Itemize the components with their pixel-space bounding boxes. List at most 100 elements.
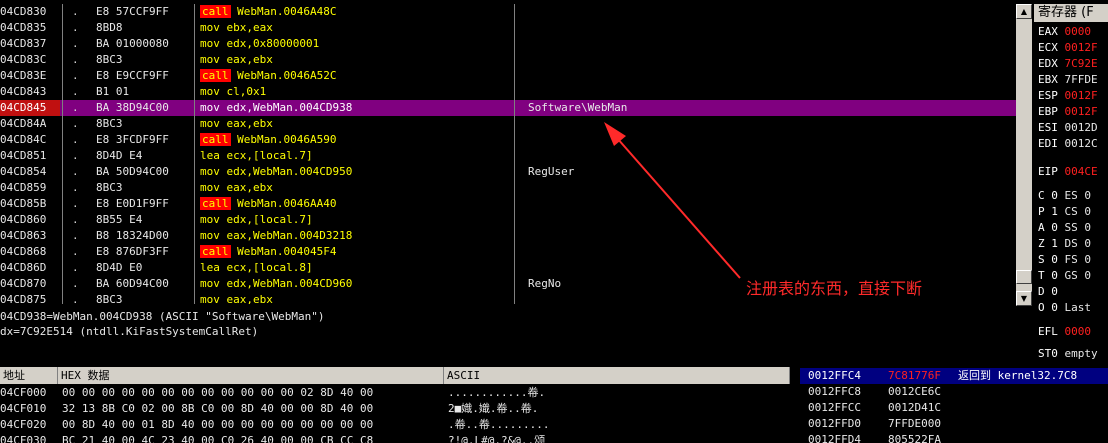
stack-row[interactable]: 0012FFD4 805522FA xyxy=(800,432,1108,443)
register-row[interactable]: EFL 0000 xyxy=(1038,324,1091,340)
instruction-mnemonic: mov xyxy=(200,53,220,66)
register-row[interactable]: EBP 0012F xyxy=(1038,104,1098,120)
stack-value: 7C81776F xyxy=(888,368,941,384)
dump-row[interactable]: 04CF020 00 8D 40 00 01 8D 40 00 00 00 00 … xyxy=(0,417,790,433)
register-row[interactable]: P 1 CS 0 xyxy=(1038,204,1091,220)
disassembly-row[interactable]: 04CD83C. 8BC3 mov eax,ebx xyxy=(0,52,1016,68)
instruction-marker: . xyxy=(72,21,79,34)
register-name: EDI xyxy=(1038,137,1058,150)
instruction-text: lea ecx,[local.7] xyxy=(200,148,313,164)
instruction-marker: . xyxy=(72,37,79,50)
instruction-text: mov eax,WebMan.004D3218 xyxy=(200,228,352,244)
register-row[interactable]: C 0 ES 0 xyxy=(1038,188,1091,204)
arrow-head xyxy=(604,122,626,146)
stack-value: 7FFDE000 xyxy=(888,417,941,430)
instruction-operands: WebMan.0046AA40 xyxy=(237,197,337,210)
instruction-address: 04CD84C xyxy=(0,133,47,146)
disassembly-row[interactable]: 04CD830. E8 57CCF9FF call WebMan.0046A48C xyxy=(0,4,1016,20)
instruction-bytes: E8 876DF3FF xyxy=(96,245,169,258)
register-value: 004CE xyxy=(1064,165,1098,178)
stack-pane[interactable]: 0012FFC4 7C81776F 返回到 kernel32.7C8 0012FFC8… xyxy=(800,367,1108,443)
register-row[interactable]: EIP 004CE xyxy=(1038,164,1098,180)
disassembly-row[interactable]: 04CD851. 8D4D E4 lea ecx,[local.7] xyxy=(0,148,1016,164)
disassembly-row[interactable]: 04CD859. 8BC3 mov eax,ebx xyxy=(0,180,1016,196)
disassembly-row[interactable]: 04CD86D. 8D4D E0 lea ecx,[local.8] xyxy=(0,260,1016,276)
disassembly-row[interactable]: 04CD837. BA 01000080 mov edx,0x80000001 xyxy=(0,36,1016,52)
disassembly-scrollbar[interactable]: ▲ ▼ xyxy=(1016,4,1032,306)
dump-header-ascii[interactable]: ASCII xyxy=(444,367,790,384)
disassembly-row[interactable]: 04CD863. B8 18324D00 mov eax,WebMan.004D32… xyxy=(0,228,1016,244)
registers-pane[interactable]: 寄存器 (F EAX 0000 ECX 0012F EDX 7C92E EBX 7FF… xyxy=(1034,4,1108,370)
register-row[interactable]: EAX 0000 xyxy=(1038,24,1091,40)
stack-address: 0012FFCC xyxy=(808,401,861,414)
disassembly-row[interactable]: 04CD85B. E8 E0D1F9FF call WebMan.0046AA40 xyxy=(0,196,1016,212)
register-row[interactable]: ST0 empty xyxy=(1038,346,1098,362)
register-value: 0012F xyxy=(1064,89,1098,102)
scroll-down-button[interactable]: ▼ xyxy=(1016,291,1032,306)
register-row[interactable]: T 0 GS 0 xyxy=(1038,268,1091,284)
dump-header: 地址 HEX 数据 ASCII xyxy=(0,367,790,384)
disassembly-row[interactable]: 04CD84C. E8 3FCDF9FF call WebMan.0046A590 xyxy=(0,132,1016,148)
instruction-marker: . xyxy=(72,53,79,66)
dump-hex: BC 21 40 00 4C 23 40 00 C0 26 40 00 00 C… xyxy=(62,434,374,443)
dump-row[interactable]: 04CF000 00 00 00 00 00 00 00 00 00 00 00 … xyxy=(0,385,790,401)
stack-row[interactable]: 0012FFD0 7FFDE000 xyxy=(800,416,1108,432)
instruction-operands: eax,ebx xyxy=(226,293,273,304)
instruction-text: call WebMan.0046A590 xyxy=(200,132,336,148)
dump-pane[interactable]: 04CF000 00 00 00 00 00 00 00 00 00 00 00 … xyxy=(0,384,790,443)
instruction-bytes: 8BC3 xyxy=(96,181,123,194)
instruction-text: mov edx,WebMan.004CD950 xyxy=(200,164,352,180)
instruction-bytes: 8BC3 xyxy=(96,53,123,66)
register-row[interactable]: ESI 0012D xyxy=(1038,120,1098,136)
stack-row[interactable]: 0012FFC8 0012CE6C xyxy=(800,384,1108,400)
instruction-address: 04CD863 xyxy=(0,229,47,242)
disassembly-row[interactable]: 04CD83E. E8 E9CCF9FF call WebMan.0046A52C xyxy=(0,68,1016,84)
instruction-address: 04CD83C xyxy=(0,53,47,66)
register-row[interactable]: S 0 FS 0 xyxy=(1038,252,1091,268)
disassembly-pane[interactable]: 04CD830. E8 57CCF9FF call WebMan.0046A48C 0… xyxy=(0,4,1016,304)
registers-header[interactable]: 寄存器 (F xyxy=(1034,4,1108,22)
stack-row[interactable]: 0012FFCC 0012D41C xyxy=(800,400,1108,416)
register-row[interactable]: ECX 0012F xyxy=(1038,40,1098,56)
disassembly-row[interactable]: 04CD843. B1 01 mov cl,0x1 xyxy=(0,84,1016,100)
instruction-marker: . xyxy=(72,277,79,290)
register-value: GS 0 xyxy=(1064,269,1092,282)
disassembly-row[interactable]: 04CD854. BA 50D94C00 mov edx,WebMan.004CD9… xyxy=(0,164,1016,180)
stack-row[interactable]: 0012FFC4 7C81776F 返回到 kernel32.7C8 xyxy=(800,368,1108,384)
scroll-up-button[interactable]: ▲ xyxy=(1016,4,1032,19)
register-name: O 0 xyxy=(1038,301,1058,314)
register-row[interactable]: Z 1 DS 0 xyxy=(1038,236,1091,252)
register-name: P 1 xyxy=(1038,205,1058,218)
disassembly-row[interactable]: 04CD835. 8BD8 mov ebx,eax xyxy=(0,20,1016,36)
dump-hex: 32 13 8B C0 02 00 8B C0 00 8D 40 00 00 8… xyxy=(62,402,374,415)
instruction-address: 04CD83E xyxy=(0,69,47,82)
instruction-text: mov eax,ebx xyxy=(200,52,273,68)
register-row[interactable]: ESP 0012F xyxy=(1038,88,1098,104)
instruction-marker: . xyxy=(72,69,79,82)
instruction-text: call WebMan.0046A48C xyxy=(200,4,336,20)
dump-hex: 00 00 00 00 00 00 00 00 00 00 00 00 02 8… xyxy=(62,386,374,399)
stack-address: 0012FFC4 xyxy=(808,369,861,382)
scrollbar-thumb[interactable] xyxy=(1016,270,1032,284)
register-row[interactable]: A 0 SS 0 xyxy=(1038,220,1091,236)
register-row[interactable]: EDI 0012C xyxy=(1038,136,1098,152)
instruction-operands: WebMan.0046A48C xyxy=(237,5,337,18)
disassembly-row[interactable]: 04CD860. 8B55 E4 mov edx,[local.7] xyxy=(0,212,1016,228)
instruction-bytes: 8B55 E4 xyxy=(96,213,143,226)
register-row[interactable]: EBX 7FFDE xyxy=(1038,72,1098,88)
register-row[interactable]: EDX 7C92E xyxy=(1038,56,1098,72)
disassembly-row[interactable]: 04CD845. BA 38D94C00 mov edx,WebMan.004CD9… xyxy=(0,100,1016,116)
dump-row[interactable]: 04CF030 BC 21 40 00 4C 23 40 00 C0 26 40 … xyxy=(0,433,790,443)
register-row[interactable]: O 0 Last xyxy=(1038,300,1091,316)
info-pane[interactable]: 04CD938=WebMan.004CD938 (ASCII "Software… xyxy=(0,307,1032,367)
register-row[interactable]: D 0 xyxy=(1038,284,1065,300)
dump-row[interactable]: 04CF010 32 13 8B C0 02 00 8B C0 00 8D 40 … xyxy=(0,401,790,417)
dump-header-hex[interactable]: HEX 数据 xyxy=(58,367,444,384)
dump-header-address[interactable]: 地址 xyxy=(0,367,58,384)
instruction-text: mov edx,0x80000001 xyxy=(200,36,319,52)
disassembly-row[interactable]: 04CD84A. 8BC3 mov eax,ebx xyxy=(0,116,1016,132)
disassembly-row[interactable]: 04CD868. E8 876DF3FF call WebMan.004045F4 xyxy=(0,244,1016,260)
register-name: ECX xyxy=(1038,41,1058,54)
instruction-marker: . xyxy=(72,165,79,178)
instruction-marker: . xyxy=(72,197,79,210)
